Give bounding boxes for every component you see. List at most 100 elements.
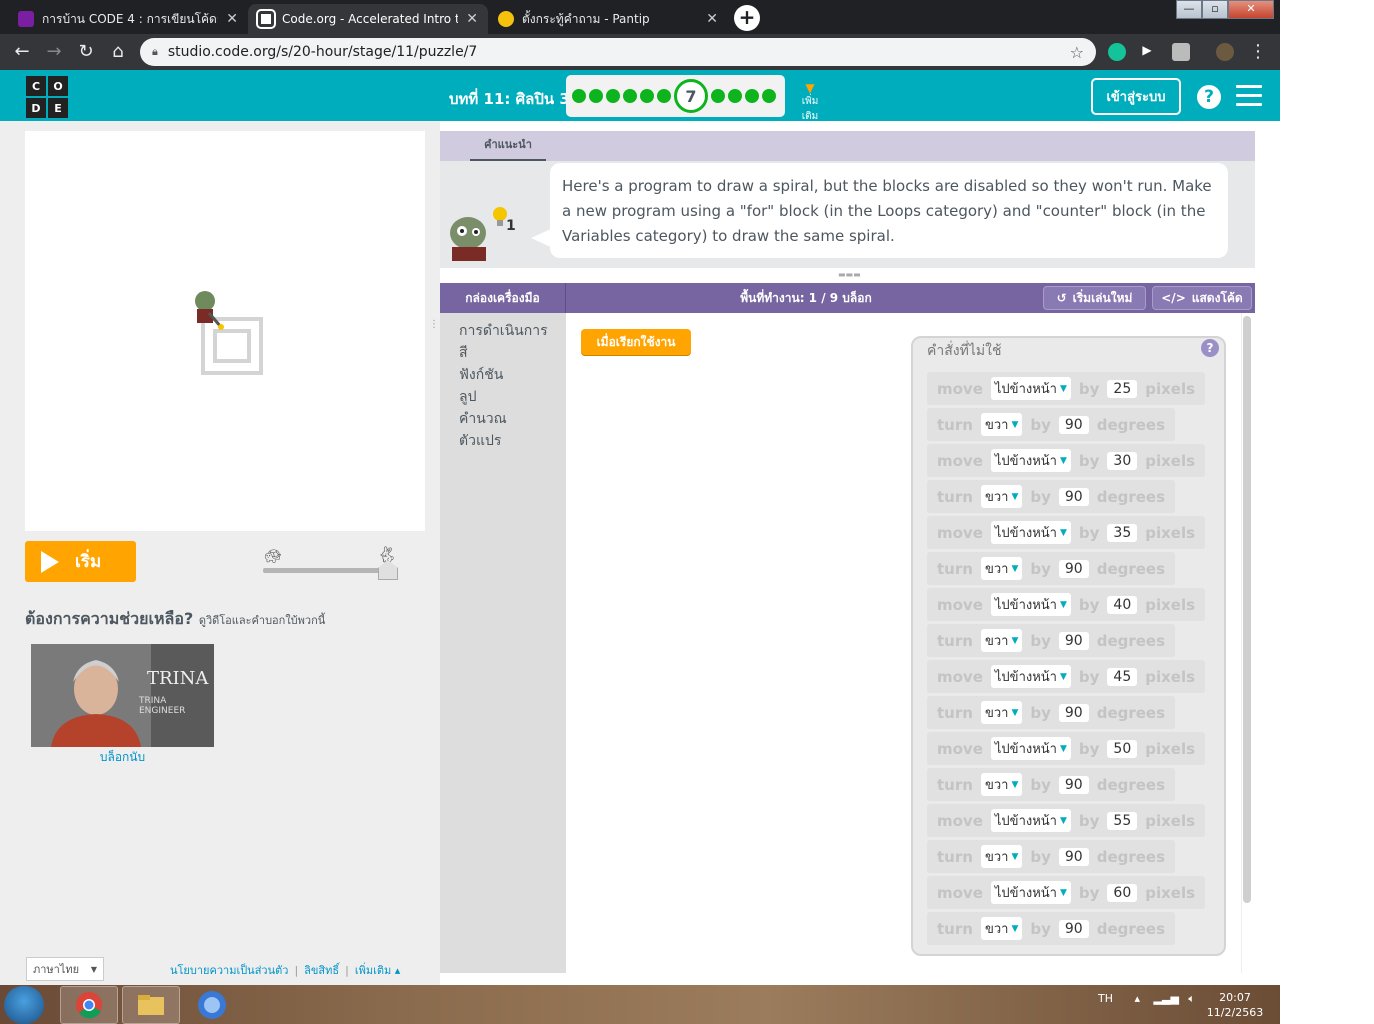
amount-field[interactable]: 90 — [1058, 847, 1089, 866]
hamburger-menu-icon[interactable] — [1236, 85, 1262, 107]
reload-icon[interactable]: ↻ — [76, 42, 96, 62]
amount-field[interactable]: 90 — [1058, 775, 1089, 794]
unused-help-icon[interactable]: ? — [1201, 339, 1219, 357]
address-bar[interactable]: 🔒︎ studio.code.org/s/20-hour/stage/11/pu… — [140, 38, 1096, 66]
move-block[interactable]: move ไปข้างหน้า ▼ by 30 pixels — [927, 444, 1206, 477]
run-button[interactable]: เริ่ม — [25, 541, 136, 582]
move-block[interactable]: move ไปข้างหน้า ▼ by 45 pixels — [927, 660, 1206, 693]
app-taskbar-icon[interactable] — [192, 986, 232, 1024]
direction-dropdown[interactable]: ขวา ▼ — [980, 485, 1023, 508]
direction-dropdown[interactable]: ไปข้างหน้า ▼ — [990, 377, 1071, 400]
grammarly-icon[interactable] — [1108, 43, 1126, 61]
amount-field[interactable]: 55 — [1107, 811, 1138, 830]
signin-button[interactable]: เข้าสู่ระบบ — [1091, 78, 1181, 115]
stage-title[interactable]: บทที่ 11: ศิลปิน 3 — [449, 87, 570, 111]
explorer-taskbar-icon[interactable] — [122, 986, 180, 1024]
amount-field[interactable]: 30 — [1107, 451, 1138, 470]
privacy-link[interactable]: นโยบายความเป็นส่วนตัว — [170, 964, 288, 977]
turn-block[interactable]: turn ขวา ▼ by 90 degrees — [927, 840, 1176, 873]
puzzle-dot-10[interactable] — [745, 89, 759, 103]
amount-field[interactable]: 50 — [1107, 739, 1138, 758]
when-run-block[interactable]: เมื่อเรียกใช้งาน — [581, 329, 691, 355]
input-language[interactable]: TH — [1098, 992, 1113, 1005]
video-caption-link[interactable]: บล็อกนับ — [31, 748, 214, 767]
close-window-button[interactable]: ✕ — [1228, 0, 1274, 19]
category-functions[interactable]: ฟังก์ชัน — [459, 364, 503, 386]
forward-icon[interactable]: → — [44, 42, 64, 62]
category-loops[interactable]: ลูป — [459, 386, 476, 408]
category-color[interactable]: สี — [459, 342, 468, 364]
windows-start-icon[interactable] — [4, 986, 44, 1024]
back-icon[interactable]: ← — [12, 42, 32, 62]
close-tab-icon[interactable]: ✕ — [226, 11, 238, 27]
chrome-menu-icon[interactable]: ⋮ — [1248, 42, 1268, 62]
current-puzzle[interactable]: 7 — [674, 79, 708, 113]
browser-tab[interactable]: ตั้งกระทู้คำถาม - Pantip ✕ — [488, 4, 728, 34]
amount-field[interactable]: 90 — [1058, 919, 1089, 938]
more-dropdown[interactable]: ▼ เพิ่มเติม — [794, 82, 826, 124]
category-variables[interactable]: ตัวแปร — [459, 430, 501, 452]
amount-field[interactable]: 60 — [1107, 883, 1138, 902]
direction-dropdown[interactable]: ขวา ▼ — [980, 557, 1023, 580]
new-tab-button[interactable]: + — [734, 5, 760, 31]
puzzle-dot-2[interactable] — [589, 89, 603, 103]
direction-dropdown[interactable]: ขวา ▼ — [980, 917, 1023, 940]
direction-dropdown[interactable]: ไปข้างหน้า ▼ — [990, 665, 1071, 688]
amount-field[interactable]: 25 — [1107, 379, 1138, 398]
profile-avatar[interactable] — [1216, 43, 1234, 61]
direction-dropdown[interactable]: ขวา ▼ — [980, 629, 1023, 652]
amount-field[interactable]: 35 — [1107, 523, 1138, 542]
browser-tab[interactable]: การบ้าน CODE 4 : การเขียนโค้ดกับ Z ✕ — [8, 4, 248, 34]
puzzle-dot-9[interactable] — [728, 89, 742, 103]
language-select[interactable]: ภาษาไทย ▼ — [26, 957, 104, 981]
turn-block[interactable]: turn ขวา ▼ by 90 degrees — [927, 912, 1176, 945]
direction-dropdown[interactable]: ไปข้างหน้า ▼ — [990, 881, 1071, 904]
direction-dropdown[interactable]: ขวา ▼ — [980, 701, 1023, 724]
puzzle-dot-11[interactable] — [762, 89, 776, 103]
close-tab-icon[interactable]: ✕ — [706, 11, 718, 27]
home-icon[interactable]: ⌂ — [108, 42, 128, 62]
amount-field[interactable]: 90 — [1058, 703, 1089, 722]
turn-block[interactable]: turn ขวา ▼ by 90 degrees — [927, 696, 1176, 729]
direction-dropdown[interactable]: ขวา ▼ — [980, 413, 1023, 436]
direction-dropdown[interactable]: ขวา ▼ — [980, 773, 1023, 796]
show-code-button[interactable]: </> แสดงโค้ด — [1152, 286, 1252, 310]
move-block[interactable]: move ไปข้างหน้า ▼ by 25 pixels — [927, 372, 1206, 405]
help-icon[interactable]: ? — [1197, 85, 1221, 109]
codeorg-logo[interactable]: C O D E — [26, 76, 68, 118]
amount-field[interactable]: 90 — [1058, 631, 1089, 650]
chrome-taskbar-icon[interactable] — [60, 986, 118, 1024]
drag-handle-icon[interactable]: ⋮ — [429, 320, 439, 338]
taskbar-clock[interactable]: 20:07 11/2/2563 — [1200, 990, 1270, 1020]
amount-field[interactable]: 90 — [1058, 487, 1089, 506]
volume-icon[interactable]: 🔈︎ — [1188, 992, 1195, 1005]
start-over-button[interactable]: ↺ เริ่มเล่นใหม่ — [1043, 286, 1146, 310]
puzzle-dot-1[interactable] — [572, 89, 586, 103]
turn-block[interactable]: turn ขวา ▼ by 90 degrees — [927, 624, 1176, 657]
move-block[interactable]: move ไปข้างหน้า ▼ by 50 pixels — [927, 732, 1206, 765]
bookmark-star-icon[interactable]: ☆ — [1070, 43, 1084, 62]
minimize-button[interactable]: — — [1176, 0, 1202, 19]
tray-arrow-icon[interactable]: ▴ — [1135, 992, 1141, 1005]
puzzle-dot-4[interactable] — [623, 89, 637, 103]
direction-dropdown[interactable]: ขวา ▼ — [980, 845, 1023, 868]
category-math[interactable]: คำนวณ — [459, 408, 507, 430]
amount-field[interactable]: 45 — [1107, 667, 1138, 686]
puzzle-dot-8[interactable] — [711, 89, 725, 103]
move-block[interactable]: move ไปข้างหน้า ▼ by 40 pixels — [927, 588, 1206, 621]
direction-dropdown[interactable]: ไปข้างหน้า ▼ — [990, 449, 1071, 472]
browser-tab-active[interactable]: Code.org - Accelerated Intro to C ✕ — [248, 4, 488, 34]
turn-block[interactable]: turn ขวา ▼ by 90 degrees — [927, 552, 1176, 585]
workspace-scrollbar-thumb[interactable] — [1243, 316, 1251, 903]
turn-block[interactable]: turn ขวา ▼ by 90 degrees — [927, 408, 1176, 441]
direction-dropdown[interactable]: ไปข้างหน้า ▼ — [990, 521, 1071, 544]
direction-dropdown[interactable]: ไปข้างหน้า ▼ — [990, 737, 1071, 760]
puzzle-dot-6[interactable] — [657, 89, 671, 103]
amount-field[interactable]: 90 — [1058, 559, 1089, 578]
category-actions[interactable]: การดำเนินการ — [459, 320, 548, 342]
resize-handle[interactable]: ▬▬▬ — [838, 271, 861, 279]
more-footer-link[interactable]: เพิ่มเติม ▴ — [355, 964, 400, 977]
tab-instructions[interactable]: คำแนะนำ — [470, 134, 546, 161]
maximize-button[interactable]: ▫ — [1202, 0, 1228, 19]
video-thumbnail[interactable]: TRINA TRINA ENGINEER — [31, 644, 214, 747]
